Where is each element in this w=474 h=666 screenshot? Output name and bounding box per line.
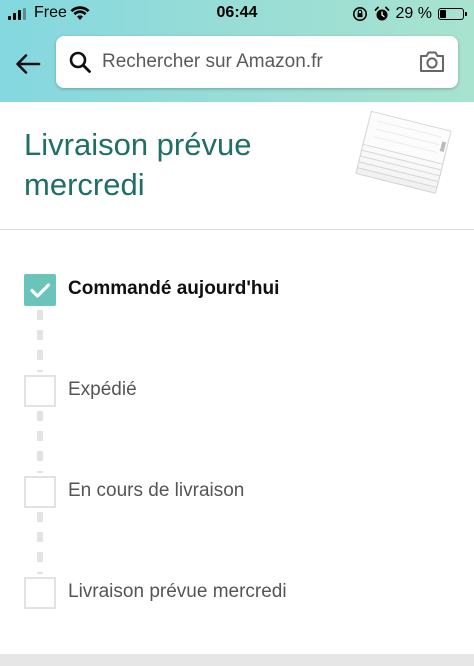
check-icon (30, 283, 51, 298)
search-input[interactable] (102, 36, 402, 88)
product-thumbnail[interactable] (348, 110, 454, 214)
delivery-title: Livraison prévue mercredi (24, 127, 252, 202)
step-status-checkbox (24, 577, 56, 609)
status-indicators: 29 % (352, 4, 467, 24)
step-label: Commandé aujourd'hui (68, 278, 280, 299)
step-status-checkbox (24, 375, 56, 407)
search-icon (69, 51, 91, 73)
step-label: Expédié (68, 379, 137, 400)
bottom-separator (0, 654, 474, 666)
tracker-connector (37, 310, 43, 372)
battery-percentage: 29 % (395, 5, 432, 22)
step-label: En cours de livraison (68, 480, 245, 501)
back-arrow-icon[interactable] (14, 50, 42, 78)
step-status-checkbox (24, 476, 56, 508)
battery-fill (440, 10, 446, 18)
alarm-icon (374, 6, 389, 21)
status-bar: Free 06:44 29 % (0, 0, 474, 28)
step-label: Livraison prévue mercredi (68, 581, 287, 602)
section-divider (0, 229, 474, 230)
camera-icon[interactable] (418, 49, 446, 75)
order-tracking-screen: Free 06:44 29 % Rechercher sur Amazon.fr… (0, 0, 474, 666)
tracker-connector (37, 411, 43, 473)
rotation-lock-icon (352, 7, 367, 21)
step-status-checkbox (24, 274, 56, 306)
search-bar[interactable] (56, 36, 458, 88)
battery-icon (438, 8, 467, 20)
tracker-connector (37, 512, 43, 574)
